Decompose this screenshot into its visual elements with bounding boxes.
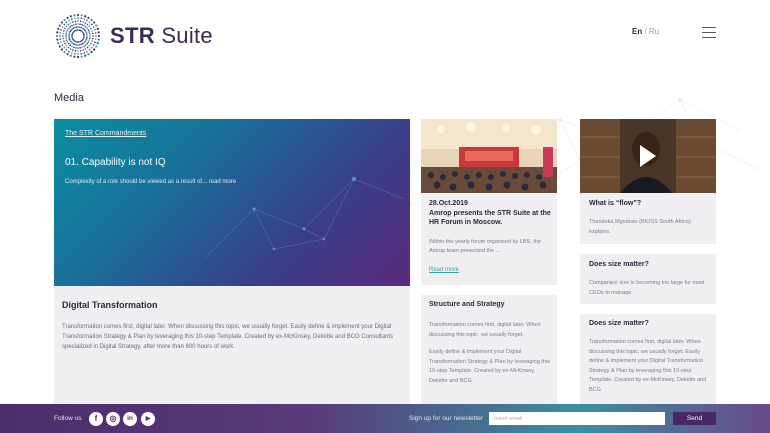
lang-en[interactable]: En bbox=[632, 27, 642, 36]
card-body: Transformation comes first, digital late… bbox=[589, 339, 707, 393]
feature-excerpt: Complexity of a role should be viewed as… bbox=[65, 179, 236, 185]
feature-card[interactable]: The STR Commandments 01. Capability is n… bbox=[54, 119, 410, 286]
card-body: Transformation comes first, digital late… bbox=[62, 324, 394, 350]
size-card-long[interactable]: Does size matter? Transformation comes f… bbox=[580, 314, 716, 406]
lang-ru[interactable]: Ru bbox=[649, 27, 659, 36]
card-title[interactable]: Does size matter? bbox=[589, 261, 649, 268]
feature-read-more-link[interactable]: read more bbox=[209, 179, 236, 185]
feature-tag-link[interactable]: The STR Commandments bbox=[65, 130, 146, 137]
digital-transformation-card[interactable]: Digital Transformation Transformation co… bbox=[54, 286, 410, 406]
card-body: Companies' size is becoming too large fo… bbox=[589, 280, 705, 296]
card-body: Transformation comes first, digital late… bbox=[429, 321, 553, 394]
newsletter-send-button[interactable]: Send bbox=[673, 412, 716, 425]
size-card[interactable]: Does size matter? Companies' size is bec… bbox=[580, 254, 716, 304]
news-date: 28.Oct.2019 bbox=[429, 200, 468, 207]
brand-bold: STR bbox=[110, 23, 155, 48]
card-title[interactable]: What is “flow”? bbox=[589, 200, 641, 207]
site-footer: Follow us f ◎ in ▶ Sign up for our newsl… bbox=[0, 404, 770, 433]
play-icon[interactable] bbox=[640, 145, 656, 167]
card-title[interactable]: Structure and Strategy bbox=[429, 301, 504, 308]
conference-photo-image bbox=[421, 119, 557, 193]
news-card[interactable]: 28.Oct.2019 Amrop presents the STR Suite… bbox=[421, 193, 557, 285]
card-title[interactable]: Digital Transformation bbox=[62, 300, 158, 310]
structure-strategy-card[interactable]: Structure and Strategy Transformation co… bbox=[421, 295, 557, 406]
news-photo[interactable] bbox=[421, 119, 557, 193]
feature-network-decoration bbox=[203, 176, 405, 260]
news-read-more-link[interactable]: Read more bbox=[429, 267, 459, 273]
follow-us-label: Follow us bbox=[54, 415, 82, 422]
hamburger-menu-icon[interactable] bbox=[702, 27, 716, 39]
news-title[interactable]: Amrop presents the STR Suite at the HR F… bbox=[429, 209, 553, 227]
flow-card[interactable]: What is “flow”? Thandeka Mgoduso (BIOSS … bbox=[580, 193, 716, 244]
section-title: Media bbox=[54, 92, 84, 104]
linkedin-icon[interactable]: in bbox=[123, 412, 137, 426]
card-paragraph: Transformation comes first, digital late… bbox=[429, 322, 541, 338]
instagram-icon[interactable]: ◎ bbox=[106, 412, 120, 426]
feature-excerpt-text: Complexity of a role should be viewed as… bbox=[65, 179, 208, 185]
feature-title[interactable]: 01. Capability is not IQ bbox=[65, 157, 166, 168]
brand-light: Suite bbox=[154, 23, 213, 48]
brand-name[interactable]: STR Suite bbox=[110, 23, 213, 49]
card-paragraph: Easily define & implement your Digital T… bbox=[429, 349, 550, 384]
language-switcher: En / Ru bbox=[632, 27, 659, 36]
video-thumbnail[interactable] bbox=[580, 119, 716, 193]
lang-separator: / bbox=[642, 27, 649, 36]
newsletter-email-input[interactable] bbox=[489, 412, 665, 425]
card-title[interactable]: Does size matter? bbox=[589, 320, 649, 327]
newsletter-label: Sign up for our newsletter bbox=[409, 415, 484, 422]
card-body: Thandeka Mgoduso (BIOSS South Africa) ex… bbox=[589, 219, 691, 235]
news-body: Within the yearly forum organised by LBS… bbox=[429, 239, 541, 254]
str-logo-icon[interactable] bbox=[54, 12, 102, 60]
youtube-icon[interactable]: ▶ bbox=[141, 412, 155, 426]
facebook-icon[interactable]: f bbox=[89, 412, 103, 426]
